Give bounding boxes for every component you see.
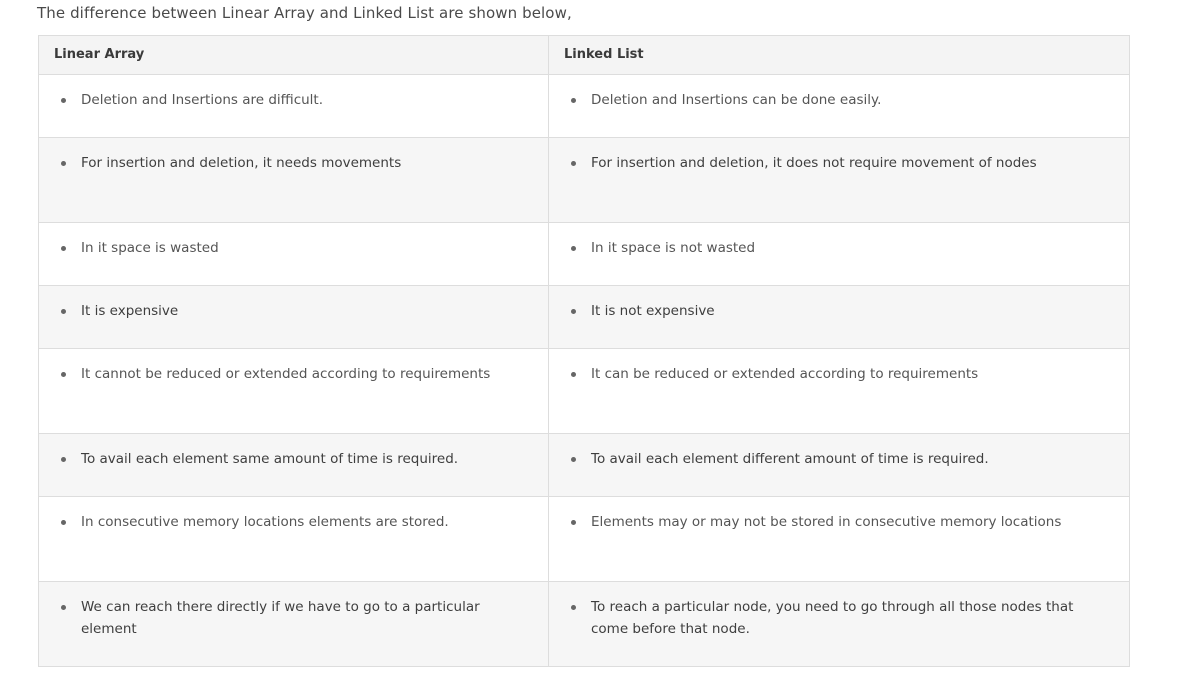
bullet-icon [61, 246, 66, 251]
header-linked-list: Linked List [548, 35, 1130, 75]
bullet-icon [571, 372, 576, 377]
cell-text: To avail each element different amount o… [591, 451, 989, 467]
cell-text: It cannot be reduced or extended accordi… [81, 366, 491, 382]
table-cell: To avail each element different amount o… [548, 433, 1130, 497]
table-cell: For insertion and deletion, it does not … [548, 137, 1130, 223]
cell-text: It is expensive [81, 303, 179, 319]
table-cell: For insertion and deletion, it needs mov… [38, 137, 549, 223]
table-cell: Deletion and Insertions can be done easi… [548, 74, 1130, 138]
table-cell: It is not expensive [548, 285, 1130, 349]
list-item: We can reach there directly if we have t… [61, 596, 528, 640]
table-row: It is expensive It is not expensive [38, 285, 1130, 349]
table-row: Deletion and Insertions are difficult. D… [38, 74, 1130, 138]
cell-text: For insertion and deletion, it does not … [591, 155, 1037, 171]
cell-text: For insertion and deletion, it needs mov… [81, 155, 402, 171]
table-cell: It is expensive [38, 285, 549, 349]
table-header-row: Linear Array Linked List [38, 35, 1130, 75]
table-row: It cannot be reduced or extended accordi… [38, 348, 1130, 434]
table-row: For insertion and deletion, it needs mov… [38, 137, 1130, 223]
cell-text: Elements may or may not be stored in con… [591, 514, 1062, 530]
bullet-icon [61, 605, 66, 610]
comparison-table: Linear Array Linked List Deletion and In… [38, 35, 1130, 667]
bullet-icon [61, 98, 66, 103]
list-item: It can be reduced or extended according … [571, 363, 1109, 385]
cell-text: To avail each element same amount of tim… [81, 451, 459, 467]
table-row: We can reach there directly if we have t… [38, 581, 1130, 667]
table-cell: In consecutive memory locations elements… [38, 496, 549, 582]
bullet-icon [571, 246, 576, 251]
list-item: It is expensive [61, 300, 528, 322]
bullet-icon [571, 161, 576, 166]
bullet-icon [571, 605, 576, 610]
list-item: To avail each element different amount o… [571, 448, 1109, 470]
cell-text: It is not expensive [591, 303, 715, 319]
bullet-icon [61, 161, 66, 166]
bullet-icon [61, 372, 66, 377]
bullet-icon [61, 520, 66, 525]
table-cell: Deletion and Insertions are difficult. [38, 74, 549, 138]
bullet-icon [571, 98, 576, 103]
table-cell: To avail each element same amount of tim… [38, 433, 549, 497]
bullet-icon [571, 457, 576, 462]
list-item: For insertion and deletion, it needs mov… [61, 152, 528, 174]
table-row: In consecutive memory locations elements… [38, 496, 1130, 582]
cell-text: It can be reduced or extended according … [591, 366, 979, 382]
list-item: It is not expensive [571, 300, 1109, 322]
cell-text: Deletion and Insertions can be done easi… [591, 92, 882, 108]
cell-text: In consecutive memory locations elements… [81, 514, 449, 530]
list-item: It cannot be reduced or extended accordi… [61, 363, 528, 385]
bullet-icon [61, 457, 66, 462]
list-item: Elements may or may not be stored in con… [571, 511, 1109, 533]
cell-text: To reach a particular node, you need to … [591, 599, 1074, 637]
cell-text: In it space is not wasted [591, 240, 756, 256]
header-linear-array: Linear Array [38, 35, 549, 75]
table-cell: We can reach there directly if we have t… [38, 581, 549, 667]
list-item: For insertion and deletion, it does not … [571, 152, 1109, 174]
list-item: Deletion and Insertions can be done easi… [571, 89, 1109, 111]
cell-text: Deletion and Insertions are difficult. [81, 92, 324, 108]
list-item: To reach a particular node, you need to … [571, 596, 1109, 640]
cell-text: We can reach there directly if we have t… [81, 599, 480, 637]
intro-text: The difference between Linear Array and … [37, 4, 572, 22]
bullet-icon [571, 520, 576, 525]
table-cell: It cannot be reduced or extended accordi… [38, 348, 549, 434]
list-item: Deletion and Insertions are difficult. [61, 89, 528, 111]
table-cell: In it space is wasted [38, 222, 549, 286]
list-item: To avail each element same amount of tim… [61, 448, 528, 470]
table-cell: It can be reduced or extended according … [548, 348, 1130, 434]
cell-text: In it space is wasted [81, 240, 219, 256]
table-row: In it space is wasted In it space is not… [38, 222, 1130, 286]
bullet-icon [61, 309, 66, 314]
table-cell: Elements may or may not be stored in con… [548, 496, 1130, 582]
list-item: In it space is wasted [61, 237, 528, 259]
table-cell: In it space is not wasted [548, 222, 1130, 286]
list-item: In consecutive memory locations elements… [61, 511, 528, 533]
list-item: In it space is not wasted [571, 237, 1109, 259]
bullet-icon [571, 309, 576, 314]
table-row: To avail each element same amount of tim… [38, 433, 1130, 497]
table-cell: To reach a particular node, you need to … [548, 581, 1130, 667]
